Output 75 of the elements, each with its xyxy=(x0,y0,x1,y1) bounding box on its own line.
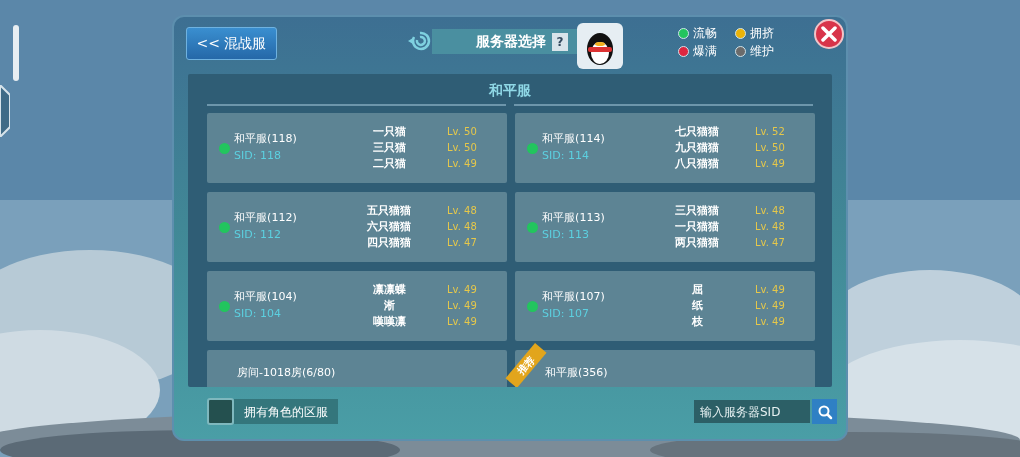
server-card[interactable]: 和平服(113) SID: 113 三只猫猫 Lv. 48 一只猫猫 Lv. 48 两只猫猫 Lv. 47 xyxy=(515,192,815,262)
close-icon xyxy=(821,26,837,42)
checkbox[interactable] xyxy=(207,398,234,425)
player-level: Lv. 50 xyxy=(447,141,478,155)
player-level: Lv. 48 xyxy=(447,220,478,234)
player-level: Lv. 49 xyxy=(755,283,786,297)
legend-label: 维护 xyxy=(750,43,774,59)
player-name: 纸 xyxy=(690,298,704,314)
hexagon-icon[interactable] xyxy=(0,85,10,137)
player-level: Lv. 47 xyxy=(755,236,786,250)
search-button[interactable] xyxy=(812,399,837,424)
player-level: Lv. 50 xyxy=(755,141,786,155)
player-name: 枝 xyxy=(690,314,704,330)
player-level: Lv. 48 xyxy=(447,204,478,218)
server-card[interactable]: 和平服(112) SID: 112 五只猫猫 Lv. 48 六只猫猫 Lv. 48 四只猫猫 Lv. 47 xyxy=(207,192,507,262)
server-name: 和平服(114) xyxy=(542,131,606,147)
player-name: 五只猫猫 xyxy=(366,203,412,219)
player-level: Lv. 48 xyxy=(755,204,786,218)
server-card[interactable]: 和平服(114) SID: 114 七只猫猫 Lv. 52 九只猫猫 Lv. 50 八只猫猫 Lv. 49 xyxy=(515,113,815,183)
server-name: 和平服(112) xyxy=(234,210,298,226)
player-level: Lv. 49 xyxy=(447,157,478,171)
player-level: Lv. 52 xyxy=(755,125,786,139)
player-name: 一只猫猫 xyxy=(674,219,720,235)
player-name: 二只猫 xyxy=(371,156,407,172)
close-button[interactable] xyxy=(814,19,844,49)
server-card[interactable]: 和平服(118) SID: 118 一只猫 Lv. 50 三只猫 Lv. 50 二只猫 Lv. 49 xyxy=(207,113,507,183)
player-level: Lv. 49 xyxy=(755,157,786,171)
player-level: Lv. 49 xyxy=(447,299,478,313)
server-name: 房间-1018房(6/80) xyxy=(237,365,337,381)
server-sid: SID: 114 xyxy=(542,148,590,164)
player-level: Lv. 49 xyxy=(447,283,478,297)
search-icon xyxy=(816,403,833,420)
server-card[interactable]: 房间-1018房(6/80) xyxy=(207,350,507,387)
section-title: 和平服 xyxy=(488,81,532,100)
player-name: 屈 xyxy=(690,282,704,298)
server-name: 和平服(118) xyxy=(234,131,298,147)
server-card[interactable]: 和平服(104) SID: 104 凛凛蝶 Lv. 49 淅 Lv. 49 嘆嘆凛 Lv. 49 xyxy=(207,271,507,341)
player-name: 嘆嘆凛 xyxy=(371,314,407,330)
player-level: Lv. 48 xyxy=(755,220,786,234)
dialog-title: 服务器选择 xyxy=(476,32,546,51)
checkbox-label: 拥有角色的区服 xyxy=(234,399,338,424)
player-name: 九只猫猫 xyxy=(674,140,720,156)
player-name: 四只猫猫 xyxy=(366,235,412,251)
player-name: 两只猫猫 xyxy=(674,235,720,251)
server-sid: SID: 104 xyxy=(234,306,282,322)
player-level: Lv. 50 xyxy=(447,125,478,139)
player-name: 六只猫猫 xyxy=(366,219,412,235)
legend-label: 流畅 xyxy=(693,25,717,41)
server-name: 和平服(104) xyxy=(234,289,298,305)
player-level: Lv. 49 xyxy=(755,315,786,329)
server-card[interactable]: 和平服(107) SID: 107 屈 Lv. 49 纸 Lv. 49 枝 Lv. 49 xyxy=(515,271,815,341)
player-name: 七只猫猫 xyxy=(674,124,720,140)
server-name: 和平服(356) xyxy=(545,365,609,381)
server-sid: SID: 107 xyxy=(542,306,590,322)
player-level: Lv. 49 xyxy=(447,315,478,329)
server-name: 和平服(107) xyxy=(542,289,606,305)
player-name: 凛凛蝶 xyxy=(371,282,407,298)
player-level: Lv. 49 xyxy=(755,299,786,313)
back-button[interactable]: << 混战服 xyxy=(186,27,277,60)
player-name: 八只猫猫 xyxy=(674,156,720,172)
server-sid: SID: 112 xyxy=(234,227,282,243)
server-sid: SID: 113 xyxy=(542,227,590,243)
sid-input-field[interactable]: 输入服务器SID xyxy=(694,400,810,423)
player-name: 一只猫 xyxy=(371,124,407,140)
player-name: 淅 xyxy=(382,298,396,314)
penguin-icon xyxy=(577,23,623,69)
legend-label: 爆满 xyxy=(693,43,717,59)
server-name: 和平服(113) xyxy=(542,210,606,226)
help-button[interactable]: ? xyxy=(552,32,568,51)
scroll-handle[interactable] xyxy=(13,25,19,81)
player-level: Lv. 47 xyxy=(447,236,478,250)
player-name: 三只猫 xyxy=(371,140,407,156)
player-name: 三只猫猫 xyxy=(674,203,720,219)
server-sid: SID: 118 xyxy=(234,148,282,164)
legend-label: 拥挤 xyxy=(750,25,774,41)
